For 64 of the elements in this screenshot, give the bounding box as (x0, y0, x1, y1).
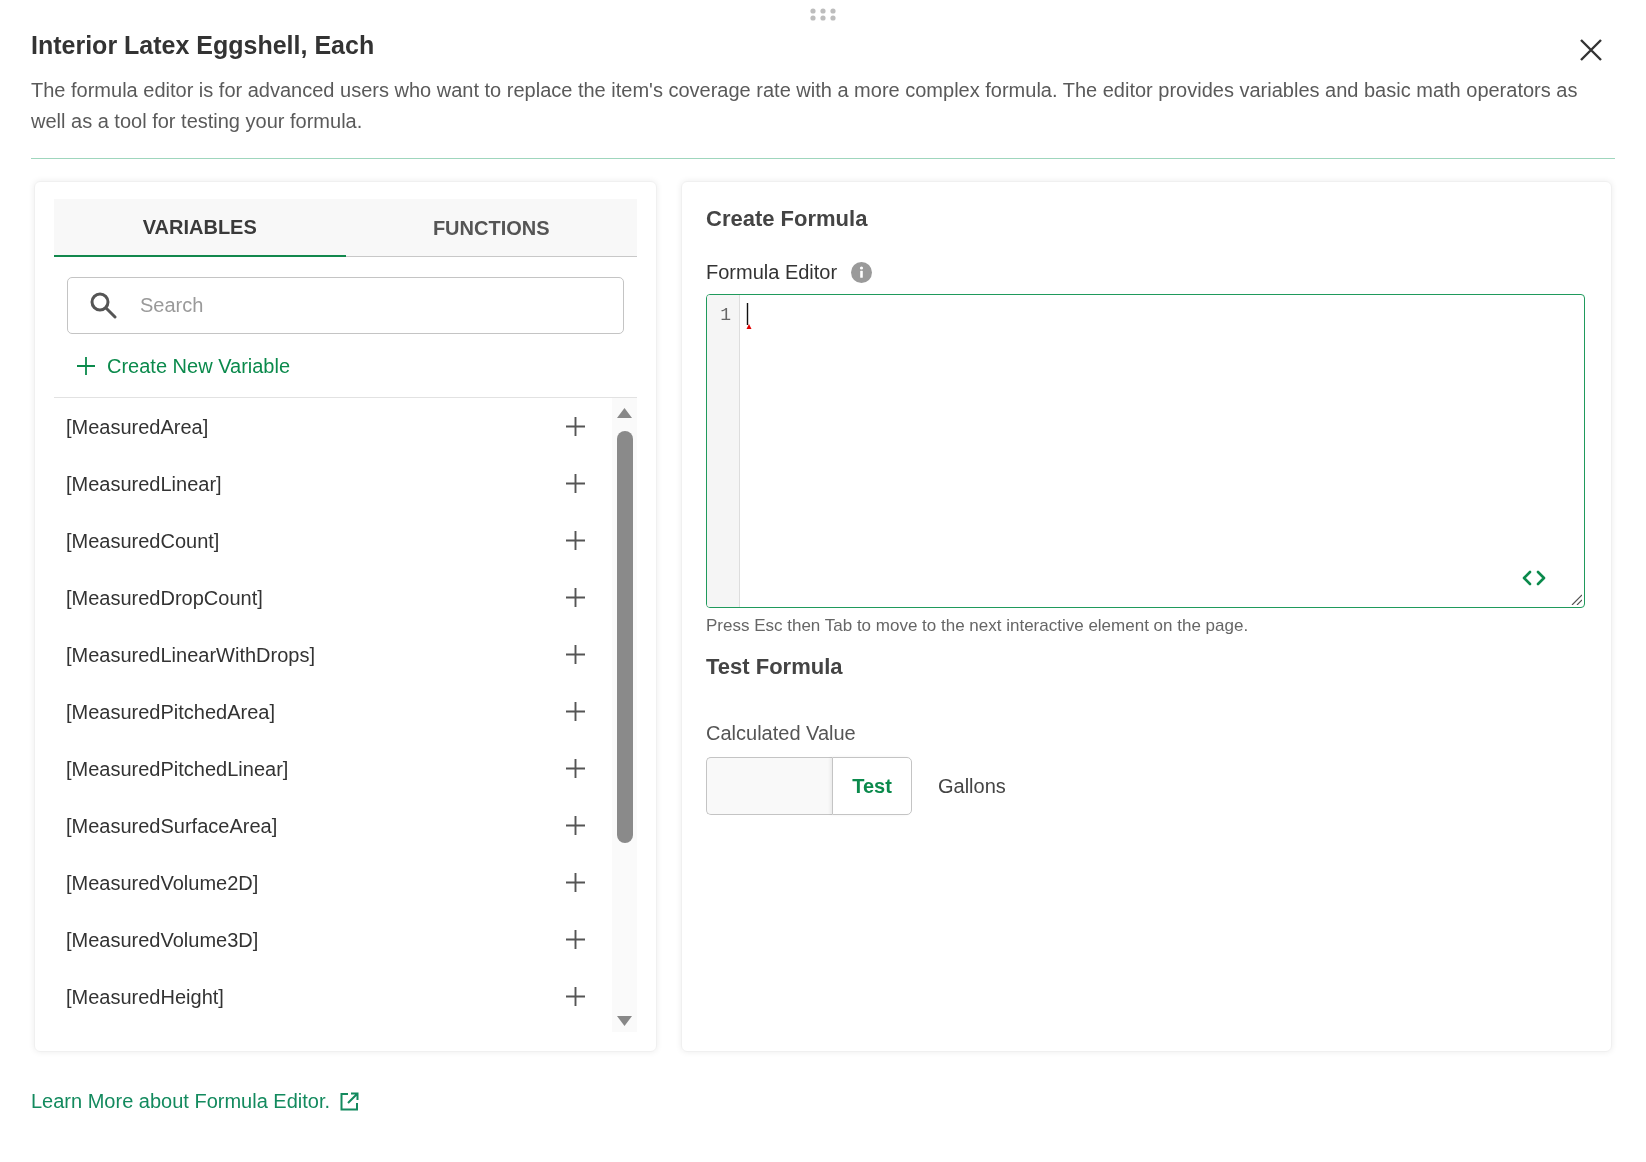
info-icon[interactable] (851, 261, 873, 283)
variable-item[interactable]: [MeasuredDropCount] (66, 582, 263, 613)
add-variable-button[interactable] (565, 644, 585, 665)
add-variable-button[interactable] (565, 872, 585, 893)
text-cursor-icon (746, 303, 752, 329)
test-button[interactable]: Test (832, 757, 912, 815)
calculated-value-field[interactable] (706, 757, 832, 815)
panel-tab[interactable]: VARIABLES (54, 199, 346, 257)
line-number: 1 (720, 304, 731, 327)
panel-tab[interactable]: FUNCTIONS (345, 199, 637, 257)
dialog-title: Interior Latex Eggshell, Each (31, 30, 375, 60)
plus-icon (565, 474, 585, 493)
plus-icon (565, 702, 585, 721)
search-icon (89, 291, 117, 319)
variable-item[interactable]: [MeasuredLinear] (66, 468, 222, 499)
code-icon (1522, 570, 1546, 586)
variable-item[interactable]: [MeasuredPitchedLinear] (66, 753, 289, 784)
variable-item[interactable]: [MeasuredArea] (66, 411, 209, 442)
scroll-down-icon[interactable] (617, 1016, 632, 1026)
scroll-up-icon[interactable] (617, 408, 632, 418)
plus-icon (77, 356, 95, 375)
dialog-description: The formula editor is for advanced users who want to replace the item's coverage rate with a more complex formula. The editor provides variables and basic math operators as well as a tool for testing your formula. (31, 78, 1579, 134)
plus-icon (565, 987, 585, 1006)
add-variable-button[interactable] (565, 416, 585, 437)
plus-icon (565, 759, 585, 778)
add-variable-button[interactable] (565, 929, 585, 950)
external-link-icon (340, 1091, 360, 1111)
code-view-button[interactable] (1521, 569, 1547, 587)
editor-hint: Press Esc then Tab to move to the next interactive element on the page. (706, 615, 1250, 637)
variable-item[interactable]: [MeasuredLinearWithDrops] (66, 639, 315, 670)
add-variable-button[interactable] (565, 758, 585, 779)
close-button[interactable] (1579, 38, 1603, 62)
section-title: Test Formula (706, 653, 844, 681)
variable-item[interactable]: [MeasuredSurfaceArea] (66, 810, 278, 841)
drag-handle-icon[interactable] (810, 8, 836, 21)
code-editor[interactable]: 1 (706, 294, 1585, 608)
variable-item[interactable]: [MeasuredPitchedArea] (66, 696, 275, 727)
learn-more-link[interactable]: Learn More about Formula Editor. (31, 1088, 360, 1114)
plus-icon (565, 531, 585, 550)
plus-icon (565, 645, 585, 664)
field-label: Calculated Value (706, 721, 857, 746)
variable-item[interactable]: [MeasuredVolume2D] (66, 867, 259, 898)
plus-icon (565, 873, 585, 892)
add-variable-button[interactable] (565, 473, 585, 494)
add-variable-button[interactable] (565, 701, 585, 722)
add-variable-button[interactable] (565, 587, 585, 608)
plus-icon (565, 816, 585, 835)
add-variable-button[interactable] (565, 530, 585, 551)
variable-item[interactable]: [MeasuredCount] (66, 525, 220, 556)
create-variable-link[interactable]: Create New Variable (77, 350, 291, 381)
scrollbar-thumb[interactable] (616, 431, 633, 843)
search-field[interactable]: Search (67, 277, 624, 334)
plus-icon (565, 588, 585, 607)
field-label: Formula Editor (706, 260, 838, 285)
variable-item[interactable]: [MeasuredVolume3D] (66, 924, 259, 955)
section-title: Create Formula (706, 205, 869, 233)
close-icon (1580, 39, 1602, 61)
plus-icon (565, 930, 585, 949)
unit-label: Gallons (938, 774, 1006, 799)
resize-handle-icon[interactable] (1571, 594, 1582, 605)
variable-item[interactable]: [MeasuredHeight] (66, 981, 224, 1012)
plus-icon (565, 417, 585, 436)
add-variable-button[interactable] (565, 815, 585, 836)
add-variable-button[interactable] (565, 986, 585, 1007)
